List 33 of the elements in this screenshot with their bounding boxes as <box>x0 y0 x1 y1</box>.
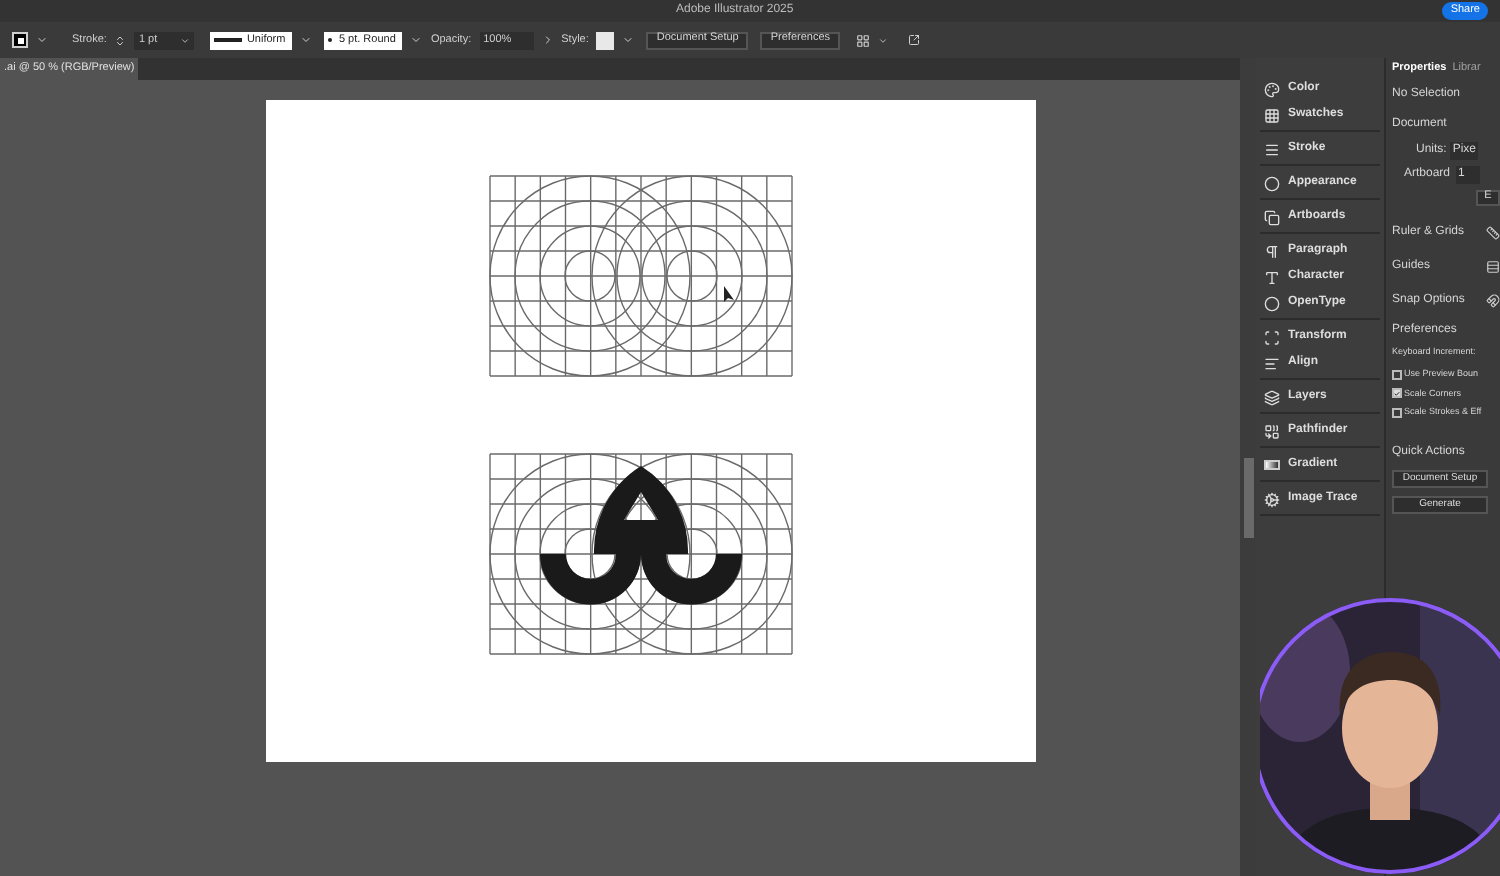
fill-swatch[interactable] <box>12 32 28 48</box>
oval-icon <box>1264 295 1280 311</box>
guides-icon[interactable] <box>1486 260 1500 274</box>
frame-icon <box>1264 329 1280 345</box>
export-icon[interactable] <box>908 34 921 46</box>
checkbox[interactable] <box>1392 369 1402 380</box>
magnet-icon[interactable] <box>1486 294 1500 308</box>
scrollbar-thumb[interactable] <box>1243 458 1253 538</box>
checkbox[interactable] <box>1392 388 1402 399</box>
circle-icon <box>1264 175 1280 191</box>
squares-icon <box>1264 423 1280 439</box>
grid-icon <box>1264 107 1280 123</box>
caret-icon[interactable] <box>878 35 889 45</box>
chevron-icon[interactable] <box>541 34 554 46</box>
arrange-icon[interactable] <box>856 33 871 47</box>
cog-icon <box>1264 491 1280 507</box>
style-swatch[interactable] <box>596 31 615 49</box>
gradient-icon <box>1264 460 1280 470</box>
palette-icon <box>1264 81 1280 97</box>
caret-icon[interactable] <box>300 34 313 46</box>
pilcrow-icon <box>1264 243 1280 259</box>
caret-icon[interactable] <box>36 34 48 46</box>
checkbox[interactable] <box>1392 408 1402 419</box>
caret-icon[interactable] <box>622 34 635 46</box>
type-icon <box>1264 269 1280 285</box>
ruler-icon[interactable] <box>1486 226 1500 240</box>
pointer-icon <box>724 286 734 302</box>
pages-icon <box>1264 209 1280 225</box>
caret-icon[interactable] <box>180 35 191 45</box>
align-icon <box>1264 355 1280 371</box>
lines-icon <box>1264 141 1280 157</box>
caret-icon[interactable] <box>410 34 423 46</box>
layers-icon <box>1264 389 1280 405</box>
